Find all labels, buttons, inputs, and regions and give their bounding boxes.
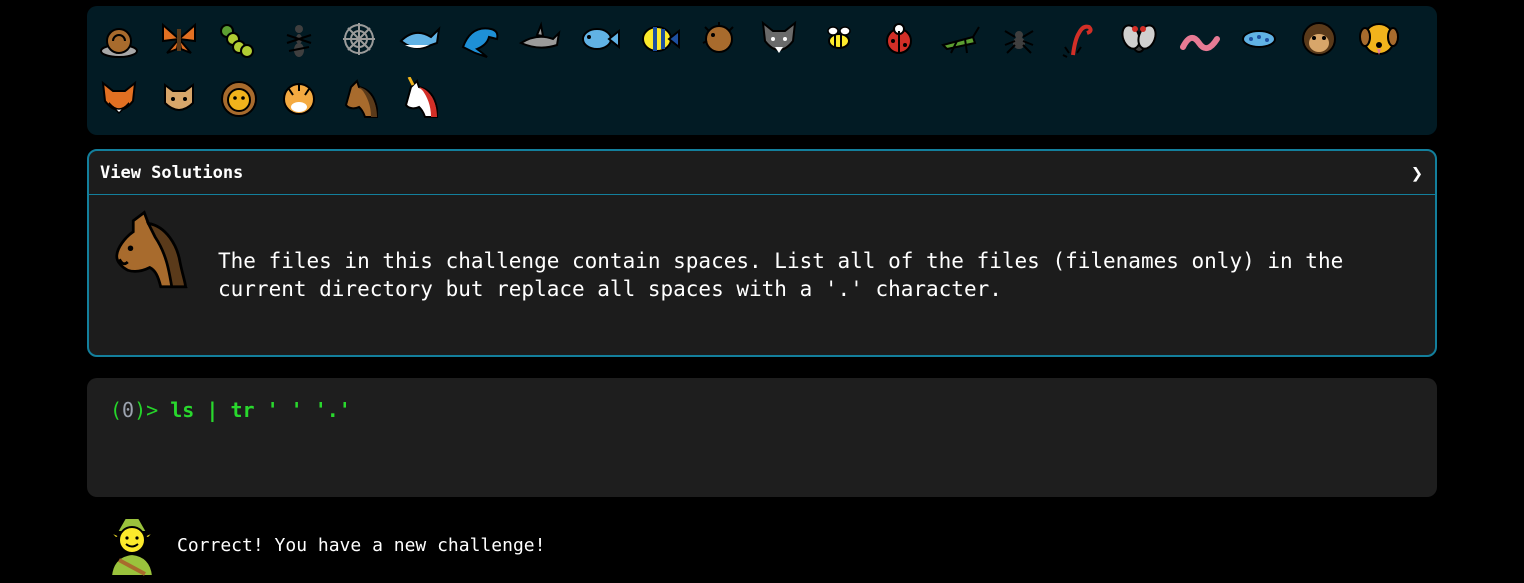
shark-icon[interactable]: [515, 15, 563, 63]
spider-web-icon[interactable]: [335, 15, 383, 63]
prompt-number: 0: [122, 398, 135, 422]
microbe-icon[interactable]: [1235, 15, 1283, 63]
tiger-icon[interactable]: [275, 75, 323, 123]
solutions-panel: View Solutions ❯ The files in this chall…: [87, 149, 1437, 357]
caterpillar-icon[interactable]: [215, 15, 263, 63]
blowfish-icon[interactable]: [695, 15, 743, 63]
butterfly-icon[interactable]: [155, 15, 203, 63]
ladybug-icon[interactable]: [875, 15, 923, 63]
snail-icon[interactable]: [95, 15, 143, 63]
feedback-message: Correct! You have a new challenge!: [177, 534, 546, 556]
unicorn-icon[interactable]: [395, 75, 443, 123]
animal-collection: [87, 6, 1437, 135]
fly-icon[interactable]: [1115, 15, 1163, 63]
terminal-command[interactable]: ls | tr ' ' '.': [170, 398, 351, 422]
terminal-prompt[interactable]: (0)> ls | tr ' ' '.': [110, 398, 351, 422]
solutions-title: View Solutions: [100, 162, 244, 183]
terminal[interactable]: (0)> ls | tr ' ' '.': [87, 378, 1437, 497]
dog-icon[interactable]: [1355, 15, 1403, 63]
tropical-fish-icon[interactable]: [635, 15, 683, 63]
scorpion-icon[interactable]: [1055, 15, 1103, 63]
bee-icon[interactable]: [815, 15, 863, 63]
cat-icon[interactable]: [155, 75, 203, 123]
prompt-open: (: [110, 398, 123, 422]
challenge-description: The files in this challenge contain spac…: [218, 249, 1344, 301]
whale-icon[interactable]: [395, 15, 443, 63]
dolphin-icon[interactable]: [455, 15, 503, 63]
spider-icon[interactable]: [995, 15, 1043, 63]
wolf-icon[interactable]: [755, 15, 803, 63]
horse-icon: [115, 210, 188, 289]
ant-icon[interactable]: [275, 15, 323, 63]
fish-icon[interactable]: [575, 15, 623, 63]
horse-icon[interactable]: [335, 75, 383, 123]
chevron-right-icon[interactable]: ❯: [1411, 161, 1423, 185]
prompt-close: )>: [134, 398, 159, 422]
feedback: Correct! You have a new challenge!: [107, 514, 545, 576]
cricket-icon[interactable]: [935, 15, 983, 63]
view-solutions-toggle[interactable]: View Solutions ❯: [89, 151, 1435, 195]
lion-icon[interactable]: [215, 75, 263, 123]
fox-icon[interactable]: [95, 75, 143, 123]
worm-icon[interactable]: [1175, 15, 1223, 63]
monkey-icon[interactable]: [1295, 15, 1343, 63]
elf-icon: [109, 517, 155, 576]
